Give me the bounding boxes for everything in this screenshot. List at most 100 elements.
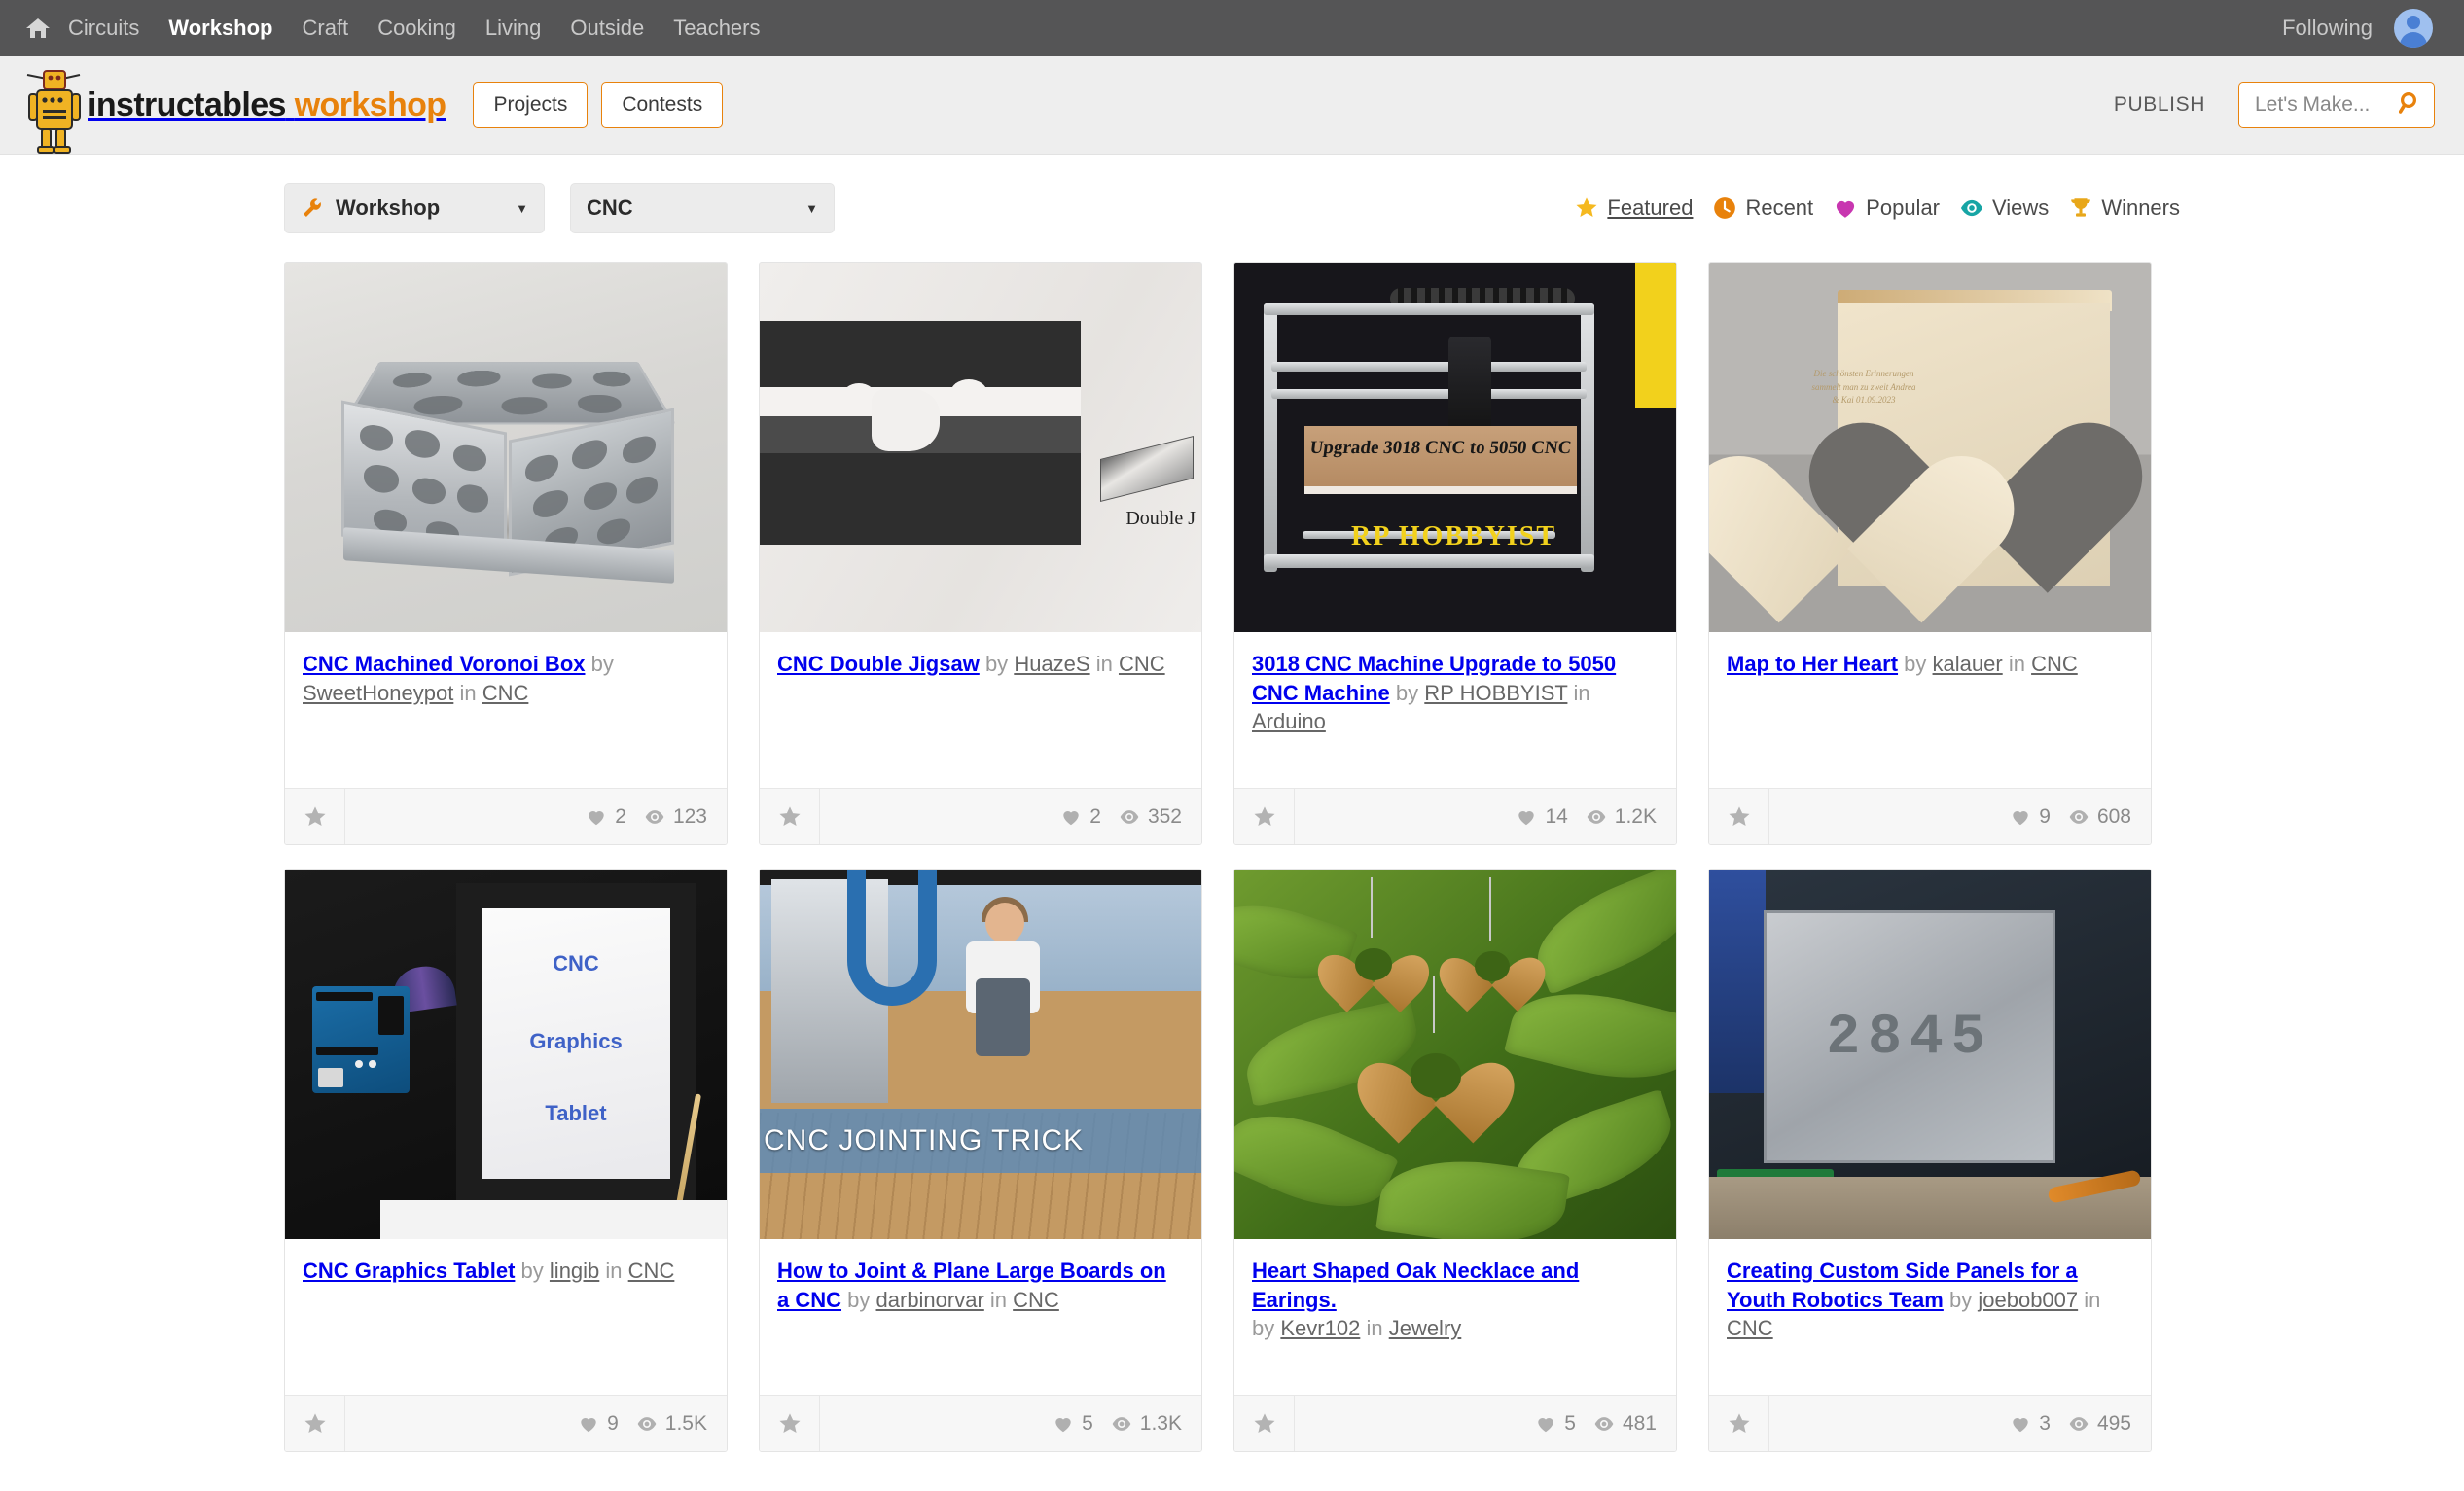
favorite-button[interactable]	[760, 789, 820, 844]
project-channel[interactable]: Jewelry	[1389, 1316, 1462, 1340]
arduino-board	[312, 986, 410, 1093]
eye-icon	[1959, 195, 1984, 221]
project-title[interactable]: Heart Shaped Oak Necklace and Earings.	[1252, 1259, 1579, 1312]
project-title-line: CNC Graphics Tablet by lingib in CNC	[303, 1257, 709, 1286]
project-thumbnail[interactable]: Die schönsten Erinnerungen sammelt man z…	[1709, 263, 2151, 632]
project-channel[interactable]: CNC	[482, 681, 529, 705]
project-channel[interactable]: CNC	[1727, 1316, 1773, 1340]
by-label: by	[590, 652, 614, 676]
project-title[interactable]: CNC Graphics Tablet	[303, 1259, 515, 1283]
project-thumbnail[interactable]: Double J	[760, 263, 1201, 632]
nav-item-circuits[interactable]: Circuits	[66, 12, 141, 45]
sort-option-label: Recent	[1745, 195, 1814, 220]
project-author[interactable]: HuazeS	[1014, 652, 1089, 676]
favorite-button[interactable]	[760, 1396, 820, 1451]
project-thumbnail[interactable]	[285, 263, 727, 632]
sort-option-views[interactable]: Views	[1959, 195, 2049, 221]
nav-item-cooking[interactable]: Cooking	[375, 12, 458, 45]
publish-link[interactable]: PUBLISH	[2114, 93, 2205, 117]
favorite-button[interactable]	[1234, 1396, 1295, 1451]
project-author[interactable]: RP HOBBYIST	[1424, 681, 1567, 705]
sort-option-label: Popular	[1866, 195, 1941, 220]
favorite-button[interactable]	[1709, 789, 1769, 844]
sort-option-recent[interactable]: Recent	[1712, 195, 1813, 221]
sort-options: Featured Recent Popular Views Winners	[1574, 195, 2180, 221]
likes-stat: 3	[2010, 1412, 2051, 1436]
likes-count: 9	[2039, 804, 2051, 828]
star-icon	[1574, 195, 1599, 221]
project-channel[interactable]: CNC	[1013, 1288, 1059, 1312]
project-channel[interactable]: Arduino	[1252, 709, 1326, 733]
masthead-right-group: PUBLISH	[2114, 82, 2435, 128]
channel-dropdown[interactable]: Workshop ▼	[284, 183, 545, 233]
graphics-tablet-photo: CNC Graphics Tablet	[285, 870, 727, 1239]
search-box[interactable]	[2238, 82, 2435, 128]
project-author[interactable]: SweetHoneypot	[303, 681, 453, 705]
project-card-footer: 9 608	[1709, 788, 2151, 844]
project-channel[interactable]: CNC	[2031, 652, 2078, 676]
category-dropdown[interactable]: CNC ▼	[570, 183, 835, 233]
eye-icon	[1594, 1416, 1614, 1431]
project-author[interactable]: lingib	[550, 1259, 599, 1283]
sort-option-featured[interactable]: Featured	[1574, 195, 1693, 221]
search-icon[interactable]	[2398, 91, 2422, 120]
favorite-button[interactable]	[1709, 1396, 1769, 1451]
projects-button[interactable]: Projects	[473, 82, 589, 128]
likes-count: 14	[1545, 804, 1568, 828]
sort-option-winners[interactable]: Winners	[2068, 195, 2180, 221]
eye-icon	[1120, 809, 1139, 824]
logo-secondary-text: workshop	[294, 86, 446, 124]
nav-item-outside[interactable]: Outside	[568, 12, 646, 45]
project-author[interactable]: kalauer	[1933, 652, 2003, 676]
project-card[interactable]: Die schönsten Erinnerungen sammelt man z…	[1708, 262, 2152, 845]
search-input[interactable]	[2255, 93, 2399, 117]
project-card[interactable]: Heart Shaped Oak Necklace and Earings. b…	[1233, 869, 1677, 1452]
sort-option-popular[interactable]: Popular	[1833, 195, 1940, 221]
user-avatar-icon[interactable]	[2394, 9, 2433, 48]
likes-count: 2	[1089, 804, 1101, 828]
contests-button[interactable]: Contests	[601, 82, 724, 128]
project-thumbnail[interactable]: CNC JOINTING TRICK	[760, 870, 1201, 1239]
project-thumbnail[interactable]: Upgrade 3018 CNC to 5050 CNC RP HOBBYIST	[1234, 263, 1676, 632]
favorite-button[interactable]	[285, 789, 345, 844]
category-nav: Circuits Workshop Craft Cooking Living O…	[66, 12, 763, 45]
heart-icon	[2013, 1417, 2028, 1432]
project-card[interactable]: CNC Graphics Tablet CNC Graphics Tablet …	[284, 869, 728, 1452]
nav-item-workshop[interactable]: Workshop	[166, 12, 274, 45]
project-card-footer: 5 481	[1234, 1395, 1676, 1451]
project-card-body: How to Joint & Plane Large Boards on a C…	[760, 1239, 1201, 1395]
instructables-workshop-logo[interactable]: instructables workshop	[23, 55, 446, 155]
project-title[interactable]: Map to Her Heart	[1727, 652, 1898, 676]
project-author[interactable]: joebob007	[1978, 1288, 2078, 1312]
project-author[interactable]: Kevr102	[1280, 1316, 1360, 1340]
views-stat: 123	[644, 805, 707, 829]
project-channel[interactable]: CNC	[1119, 652, 1165, 676]
project-channel[interactable]: CNC	[628, 1259, 675, 1283]
project-card[interactable]: 2845 Creating Custom Side Panels for a Y…	[1708, 869, 2152, 1452]
views-count: 1.3K	[1139, 1411, 1182, 1435]
nav-item-living[interactable]: Living	[483, 12, 543, 45]
project-thumbnail[interactable]: CNC Graphics Tablet	[285, 870, 727, 1239]
nav-item-craft[interactable]: Craft	[301, 12, 351, 45]
home-icon[interactable]	[23, 14, 53, 43]
heart-icon	[2013, 810, 2028, 825]
favorite-button[interactable]	[285, 1396, 345, 1451]
likes-stat: 2	[586, 805, 626, 829]
favorite-button[interactable]	[1234, 789, 1295, 844]
nav-item-teachers[interactable]: Teachers	[671, 12, 762, 45]
views-stat: 1.3K	[1111, 1412, 1182, 1436]
project-thumbnail[interactable]: 2845	[1709, 870, 2151, 1239]
project-thumbnail[interactable]	[1234, 870, 1676, 1239]
project-card[interactable]: Double J CNC Double Jigsaw by HuazeS in …	[759, 262, 1202, 845]
project-card[interactable]: CNC Machined Voronoi Box by SweetHoneypo…	[284, 262, 728, 845]
project-card[interactable]: Upgrade 3018 CNC to 5050 CNC RP HOBBYIST…	[1233, 262, 1677, 845]
project-card[interactable]: CNC JOINTING TRICK How to Joint & Plane …	[759, 869, 1202, 1452]
project-title[interactable]: CNC Double Jigsaw	[777, 652, 980, 676]
eye-icon	[2069, 809, 2089, 824]
project-title[interactable]: CNC Machined Voronoi Box	[303, 652, 586, 676]
heart-icon	[589, 810, 604, 825]
following-link[interactable]: Following	[2282, 16, 2373, 41]
heart-icon	[1833, 195, 1858, 221]
project-card-body: Heart Shaped Oak Necklace and Earings. b…	[1234, 1239, 1676, 1395]
project-author[interactable]: darbinorvar	[876, 1288, 984, 1312]
